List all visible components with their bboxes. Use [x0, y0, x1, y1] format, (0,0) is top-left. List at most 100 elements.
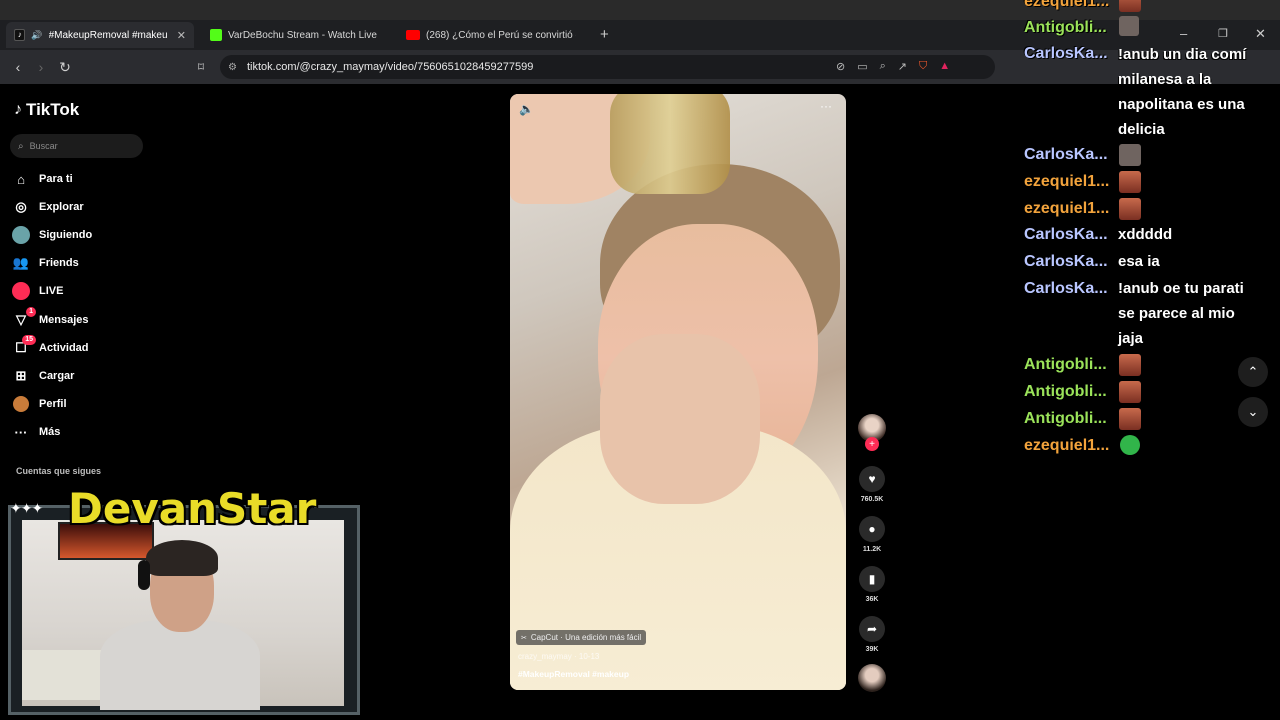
chat-emote-green-icon — [1120, 435, 1140, 455]
save-action[interactable]: ▮ 36K — [856, 566, 888, 603]
home-icon: ⌂ — [17, 171, 25, 187]
saves-count: 36K — [865, 596, 879, 603]
nav-live[interactable]: LIVE — [12, 280, 63, 302]
sound-disc-avatar[interactable] — [858, 664, 886, 692]
following-accounts-title: Cuentas que sigues — [16, 466, 102, 476]
heart-icon[interactable]: ♥ — [859, 466, 885, 492]
capcut-badge[interactable]: ✂ CapCut · Una edición más fácil — [516, 630, 647, 645]
volume-icon[interactable]: 🔈 — [519, 102, 534, 116]
forward-icon[interactable]: › — [31, 57, 51, 77]
close-window-button[interactable]: ✕ — [1255, 26, 1266, 42]
search-icon: ⌕ — [18, 140, 24, 152]
chat-username: ezequiel1... — [1024, 437, 1110, 454]
chat-username: ezequiel1... — [1024, 200, 1110, 217]
back-icon[interactable]: ‹ — [8, 57, 28, 77]
nav-label: Explorar — [39, 201, 84, 213]
nav-label: Más — [39, 426, 61, 438]
streamer-hair — [146, 540, 218, 576]
brave-rewards-icon[interactable]: ▲ — [939, 60, 950, 73]
nav-label: Mensajes — [39, 314, 89, 326]
chat-emote-icon — [1119, 171, 1141, 193]
activity-badge: 15 — [22, 335, 36, 345]
friends-icon: 👥 — [12, 255, 30, 270]
tiktok-favicon-icon: ♪ — [14, 29, 26, 41]
chat-username: CarlosKa... — [1024, 253, 1108, 270]
speaker-icon: 🔊 — [31, 29, 43, 40]
chat-username: Antigobli... — [1024, 410, 1107, 427]
bookmark-icon[interactable]: ⌑ — [191, 57, 211, 77]
address-bar-actions: ⊘ ▭ ⌕ ↗ ⛉ ▲ — [836, 60, 950, 73]
reload-icon[interactable]: ↻ — [55, 57, 75, 77]
chat-username: Antigobli... — [1024, 356, 1107, 373]
search-input[interactable]: ⌕ Buscar — [10, 134, 143, 158]
upload-icon: ⊞ — [15, 368, 27, 383]
like-action[interactable]: ♥ 760.5K — [856, 466, 888, 503]
youtube-favicon-icon — [406, 30, 420, 40]
tab-kick[interactable]: VarDeBochu Stream - Watch Live on — [202, 22, 392, 48]
share-action[interactable]: ➦ 39K — [856, 616, 888, 653]
zoom-icon[interactable]: ⌕ — [880, 60, 886, 73]
video-frame-bottle — [610, 94, 730, 194]
tab-label: VarDeBochu Stream - Watch Live on — [228, 29, 378, 41]
video-frame-hand — [600, 334, 760, 504]
video-author[interactable]: crazy_maymay · 10-13 — [518, 652, 599, 661]
nav-para-ti[interactable]: ⌂ Para ti — [12, 168, 73, 190]
chat-username: ezequiel1... — [1024, 0, 1110, 10]
restore-button[interactable]: ❐ — [1218, 27, 1228, 40]
share-icon[interactable]: ↗ — [898, 60, 907, 73]
nav-mensajes[interactable]: ▽ 1 Mensajes — [12, 307, 89, 331]
webcam-table — [22, 650, 102, 700]
minimize-button[interactable]: – — [1180, 26, 1187, 41]
bookmark-save-icon[interactable]: ▮ — [859, 566, 885, 592]
chat-username: CarlosKa... — [1024, 226, 1108, 243]
messages-badge: 1 — [26, 307, 36, 317]
comments-count: 11.2K — [862, 546, 882, 553]
next-video-button[interactable]: ⌄ — [1238, 397, 1268, 427]
chat-message: !anub un dia comí milanesa a la napolita… — [1118, 46, 1247, 138]
tab-tiktok[interactable]: ♪ 🔊 #MakeupRemoval #makeup | ✕ — [6, 22, 194, 48]
close-tab-icon[interactable]: ✕ — [177, 29, 186, 42]
tab-label: (268) ¿Cómo el Perú se convirtió en u — [426, 29, 576, 41]
more-options-icon[interactable]: ··· — [820, 99, 832, 113]
chat-emote-icon — [1119, 0, 1141, 12]
chat-emote-icon — [1119, 198, 1141, 220]
tab-label: #MakeupRemoval #makeup | — [48, 29, 167, 41]
chat-emote-icon — [1119, 381, 1141, 403]
nav-label: Siguiendo — [39, 229, 93, 241]
video-player[interactable]: 🔈 ··· — [510, 94, 846, 690]
stars-decoration: ✦✦✦ — [10, 500, 43, 516]
follow-plus-icon[interactable]: + — [865, 437, 879, 451]
comment-action[interactable]: ● 11.2K — [856, 516, 888, 553]
cast-icon[interactable]: ▭ — [857, 60, 867, 73]
chat-emote-icon — [1119, 354, 1141, 376]
streamer-body — [100, 620, 260, 710]
nav-cargar[interactable]: ⊞ Cargar — [12, 365, 75, 387]
nav-actividad[interactable]: ☐ 15 Actividad — [12, 335, 89, 359]
messages-icon: ▽ 1 — [12, 307, 36, 329]
no-media-icon[interactable]: ⊘ — [836, 60, 845, 73]
url-text: tiktok.com/@crazy_maymay/video/756065102… — [246, 61, 534, 73]
site-info-icon[interactable]: ⚙ — [228, 62, 237, 73]
share-arrow-icon[interactable]: ➦ — [859, 616, 885, 642]
search-placeholder: Buscar — [29, 141, 58, 151]
headset-icon — [138, 560, 150, 590]
nav-friends[interactable]: 👥 Friends — [12, 252, 79, 274]
new-tab-button[interactable]: + — [600, 26, 609, 43]
nav-perfil[interactable]: Perfil — [12, 393, 67, 415]
previous-video-button[interactable]: ⌃ — [1238, 357, 1268, 387]
nav-mas[interactable]: ··· Más — [12, 421, 61, 443]
comment-icon[interactable]: ● — [859, 516, 885, 542]
nav-explorar[interactable]: ◎ Explorar — [12, 196, 84, 218]
capcut-icon: ✂ — [521, 634, 527, 642]
nav-siguiendo[interactable]: Siguiendo — [12, 224, 92, 246]
compass-icon: ◎ — [15, 199, 27, 214]
brave-shield-icon[interactable]: ⛉ — [919, 60, 927, 73]
nav-label: Actividad — [39, 342, 89, 354]
tab-youtube[interactable]: (268) ¿Cómo el Perú se convirtió en u — [398, 22, 588, 48]
nav-label: Friends — [39, 257, 79, 269]
tiktok-logo[interactable]: ♪ TikTok — [14, 100, 79, 120]
chat-username: CarlosKa... — [1024, 280, 1108, 297]
profile-icon — [12, 395, 30, 413]
more-icon: ··· — [14, 424, 28, 440]
video-hashtags[interactable]: #MakeupRemoval #makeup — [518, 669, 629, 679]
